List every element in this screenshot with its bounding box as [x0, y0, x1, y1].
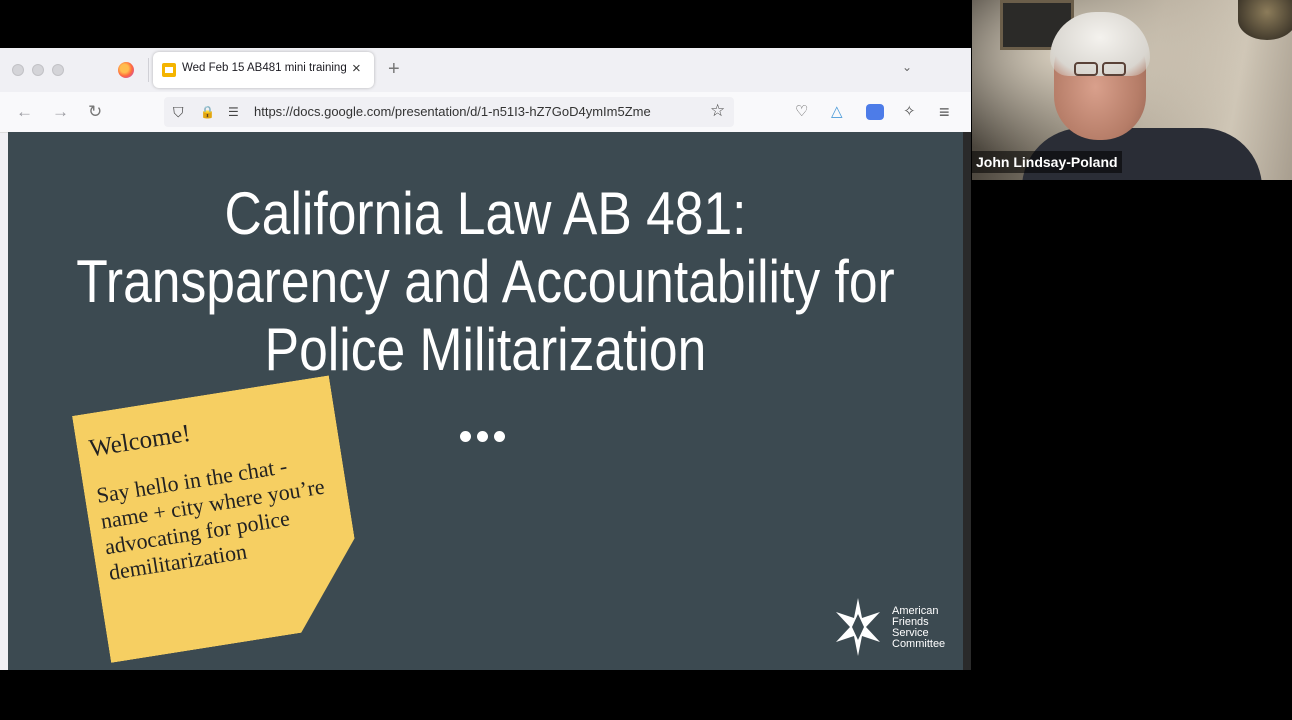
slide-title: California Law AB 481: Transparency and …: [75, 180, 896, 384]
slide-title-line: Police Militarization: [264, 316, 707, 383]
afsc-logo-line: Committee: [892, 638, 946, 650]
zoom-window-button[interactable]: [52, 64, 64, 76]
bookmark-star-icon[interactable]: ☆: [710, 101, 725, 121]
list-all-tabs-chevron-icon[interactable]: ⌄: [902, 60, 912, 74]
dot: [494, 431, 505, 442]
extensions-puzzle-icon[interactable]: ✧: [903, 102, 916, 122]
sticky-body: Say hello in the chat - name + city wher…: [94, 453, 327, 585]
tracking-protection-shield-icon[interactable]: ⛉: [173, 103, 184, 121]
back-button[interactable]: ←: [16, 102, 33, 122]
sticky-note: Welcome! Say hello in the chat - name + …: [72, 375, 368, 663]
tab-close-icon[interactable]: ×: [352, 60, 361, 78]
participant-name-label: John Lindsay-Poland: [972, 151, 1122, 173]
close-window-button[interactable]: [12, 64, 24, 76]
navigation-toolbar: ← → ↻ ⛉ 🔒 ☰ https://docs.google.com/pres…: [0, 92, 971, 133]
dots-divider: [460, 429, 511, 447]
browser-window: Wed Feb 15 AB481 mini training × + ⌄ ← →…: [0, 48, 971, 670]
pocket-icon[interactable]: ♡: [795, 102, 808, 122]
afsc-logo: American Friends Service Committee: [834, 598, 954, 658]
permissions-icon[interactable]: ☰: [228, 103, 239, 121]
video-lamp: [1238, 0, 1292, 40]
slide-title-line: California Law AB 481:: [224, 180, 747, 247]
firefox-view-icon[interactable]: [118, 62, 134, 78]
tab-separator: [148, 58, 149, 82]
google-slides-icon: [162, 63, 176, 77]
tab-bar: Wed Feb 15 AB481 mini training × + ⌄: [0, 48, 971, 92]
lock-icon[interactable]: 🔒: [200, 103, 215, 121]
dot: [477, 431, 488, 442]
afsc-star-icon: [836, 598, 880, 656]
dot: [460, 431, 471, 442]
reload-button[interactable]: ↻: [88, 102, 102, 122]
tab-title: Wed Feb 15 AB481 mini training: [182, 62, 347, 74]
new-tab-button[interactable]: +: [388, 58, 400, 80]
forward-button[interactable]: →: [52, 102, 69, 122]
sticky-note-text: Welcome! Say hello in the chat - name + …: [87, 398, 353, 586]
video-person-glasses: [1074, 62, 1132, 76]
zoom-extension-icon[interactable]: [866, 104, 884, 120]
slide-title-line: Transparency and Accountability for: [76, 248, 895, 315]
scroll-gutter: [963, 132, 971, 670]
url-text[interactable]: https://docs.google.com/presentation/d/1…: [254, 104, 704, 119]
url-bar[interactable]: ⛉ 🔒 ☰ https://docs.google.com/presentati…: [164, 97, 734, 127]
drive-extension-icon[interactable]: △: [831, 102, 843, 122]
presentation-slide: California Law AB 481: Transparency and …: [8, 132, 963, 670]
menu-icon[interactable]: ≡: [939, 102, 950, 122]
minimize-window-button[interactable]: [32, 64, 44, 76]
afsc-logo-text: American Friends Service Committee: [892, 606, 945, 650]
tab-active[interactable]: Wed Feb 15 AB481 mini training ×: [153, 52, 374, 88]
